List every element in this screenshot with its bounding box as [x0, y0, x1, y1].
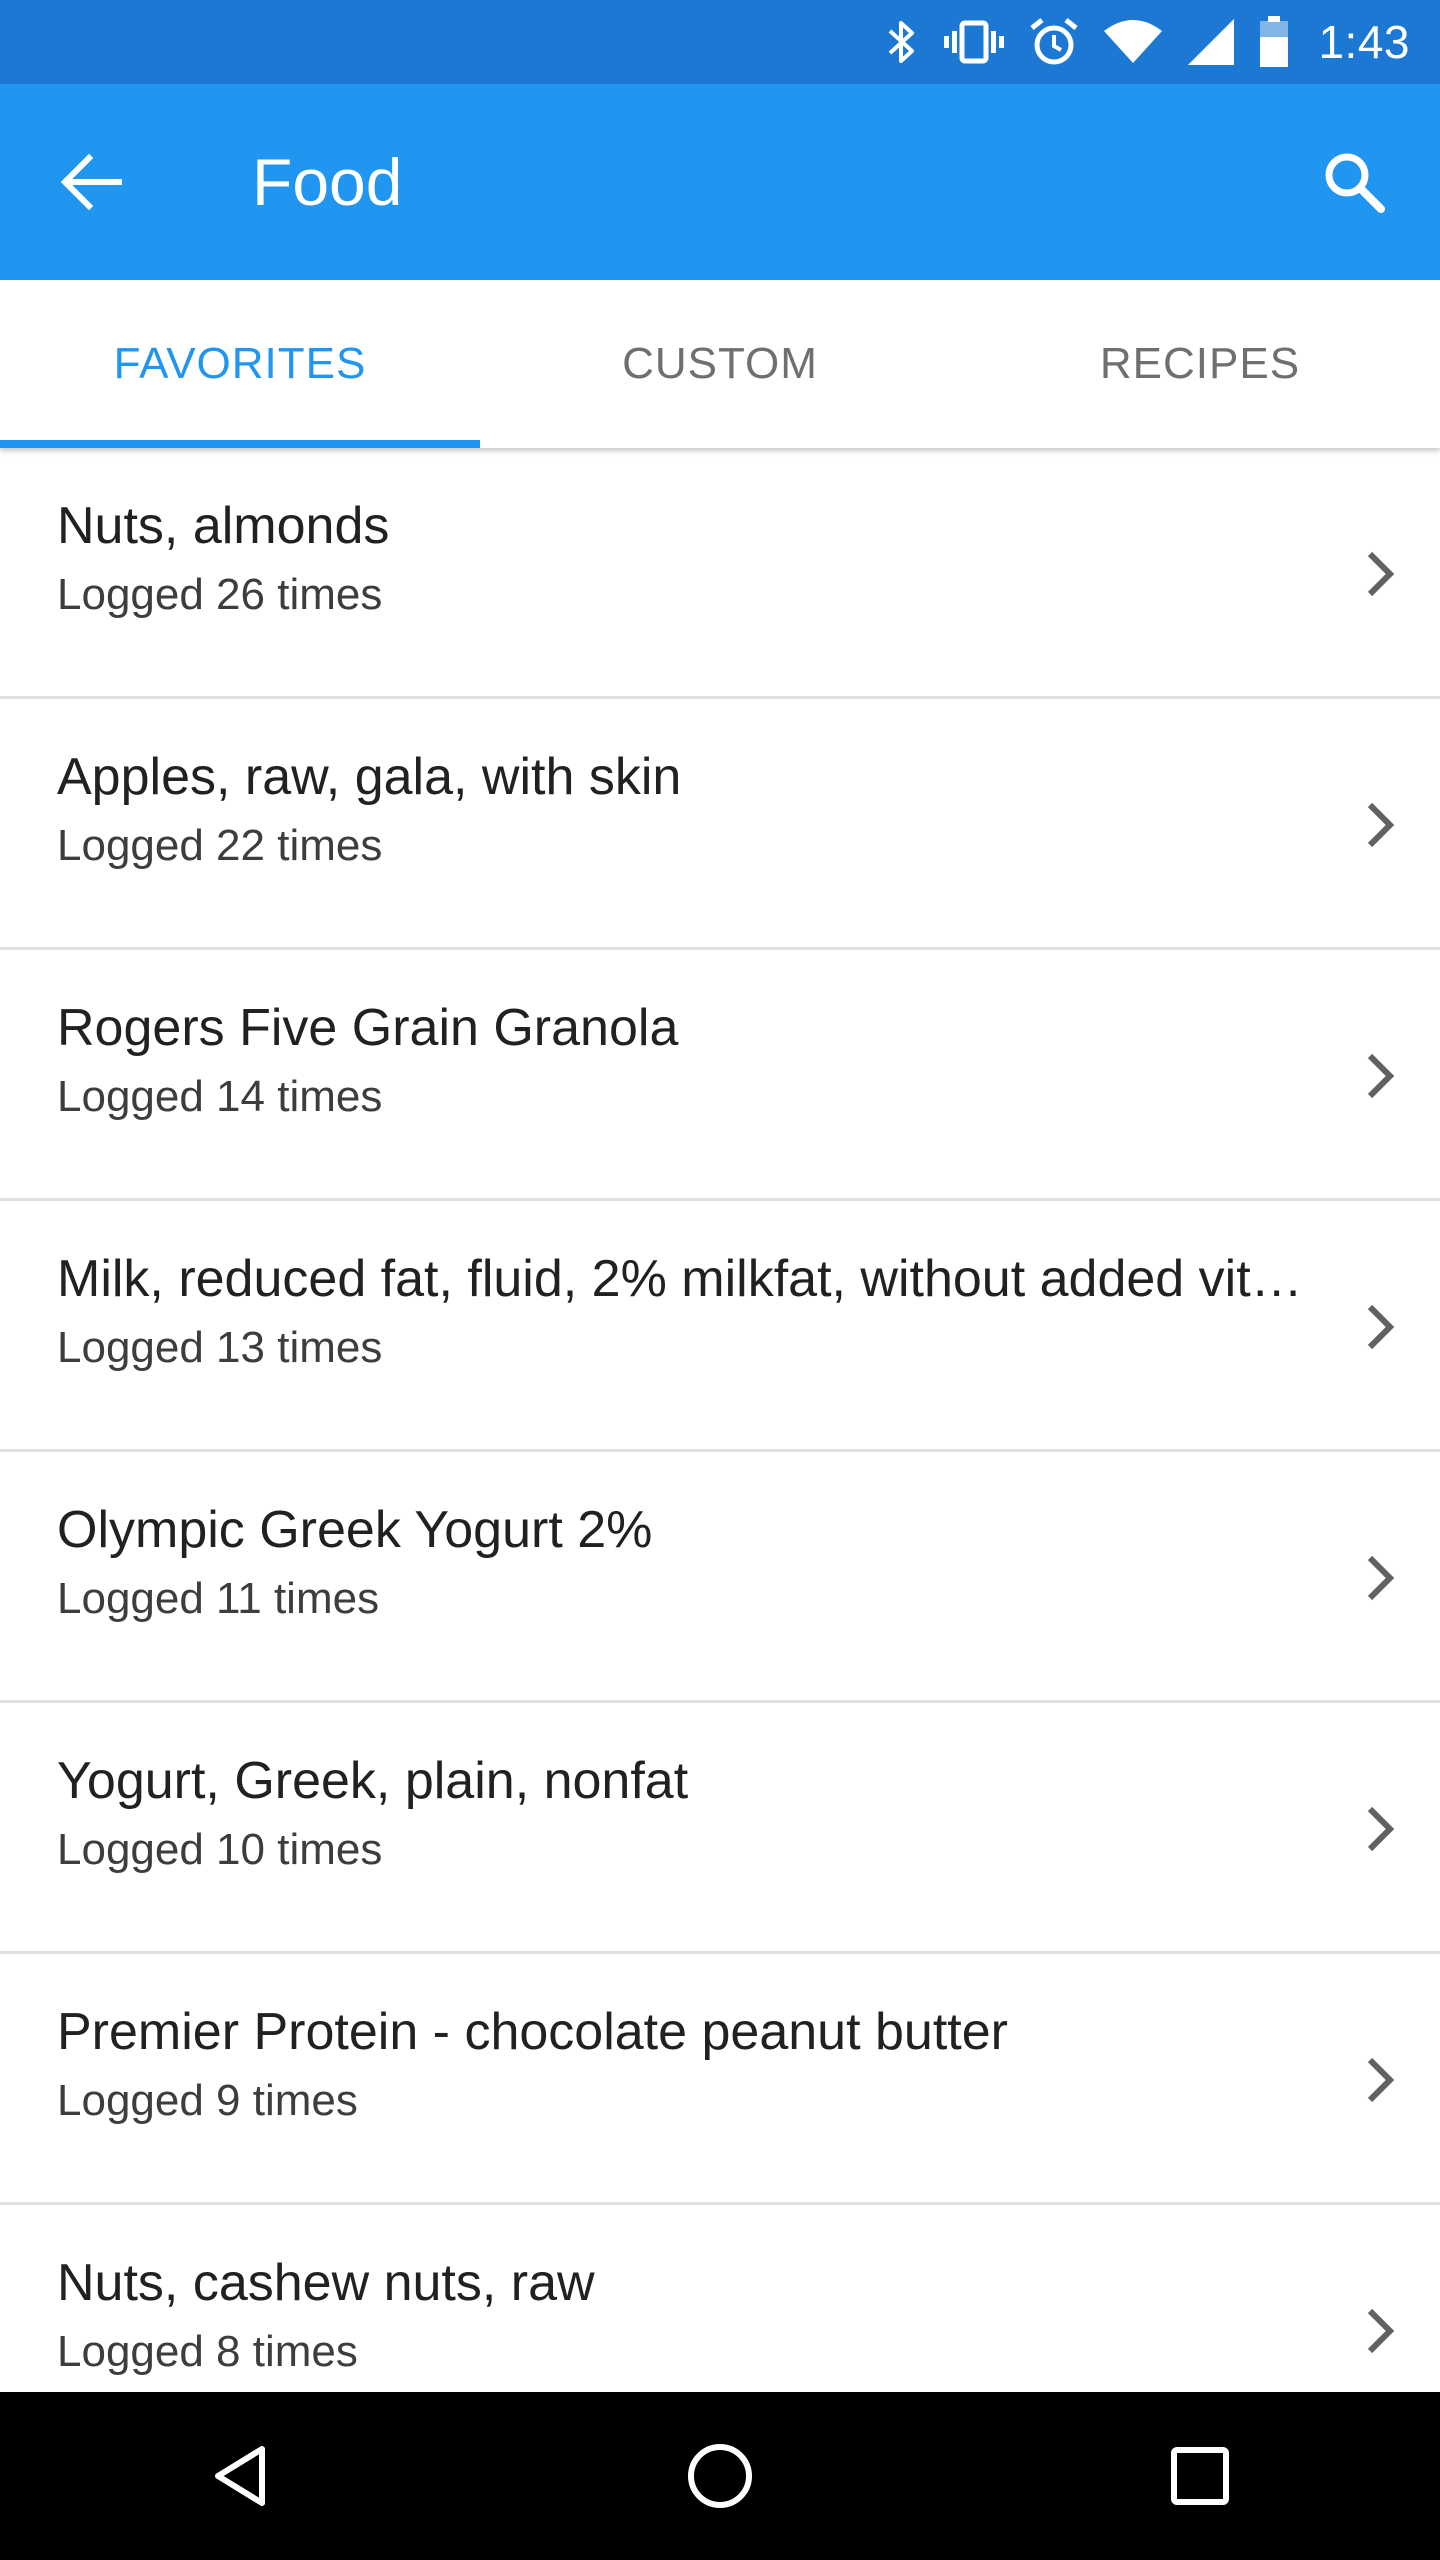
tab-bar: FAVORITES CUSTOM RECIPES [0, 280, 1440, 448]
recents-square-icon [1171, 2447, 1229, 2505]
search-icon [1325, 153, 1385, 213]
tab-favorites[interactable]: FAVORITES [0, 280, 480, 448]
status-bar: 1:43 [0, 0, 1440, 84]
item-name: Milk, reduced fat, fluid, 2% milkfat, wi… [57, 1250, 1317, 1308]
item-log-count: Logged 11 times [57, 1574, 380, 1623]
chevron-right-icon [1367, 551, 1395, 597]
item-log-count: Logged 13 times [57, 1323, 383, 1372]
item-log-count: Logged 22 times [57, 821, 383, 870]
nav-home-button[interactable] [650, 2406, 790, 2546]
food-list: Nuts, almonds Logged 26 times Apples, ra… [0, 448, 1440, 2392]
tab-recipes[interactable]: RECIPES [960, 280, 1440, 448]
system-nav-bar [0, 2392, 1440, 2560]
list-item[interactable]: Olympic Greek Yogurt 2% Logged 11 times [0, 1452, 1440, 1703]
list-item[interactable]: Nuts, cashew nuts, raw Logged 8 times [0, 2205, 1440, 2392]
arrow-back-icon [61, 154, 122, 210]
nav-back-button[interactable] [170, 2406, 310, 2546]
list-item[interactable]: Apples, raw, gala, with skin Logged 22 t… [0, 699, 1440, 950]
vibrate-icon [944, 20, 1005, 64]
bluetooth-icon [889, 21, 915, 63]
home-circle-icon [688, 2444, 752, 2508]
chevron-right-icon [1367, 1304, 1395, 1350]
tab-custom[interactable]: CUSTOM [480, 280, 960, 448]
item-name: Rogers Five Grain Granola [57, 999, 679, 1057]
chevron-right-icon [1367, 1053, 1395, 1099]
item-name: Premier Protein - chocolate peanut butte… [57, 2003, 1008, 2061]
search-button[interactable] [1312, 140, 1396, 224]
chevron-right-icon [1367, 802, 1395, 848]
list-item[interactable]: Yogurt, Greek, plain, nonfat Logged 10 t… [0, 1703, 1440, 1954]
item-log-count: Logged 10 times [57, 1825, 383, 1874]
back-triangle-icon [215, 2446, 265, 2506]
chevron-right-icon [1367, 1806, 1395, 1852]
chevron-right-icon [1367, 1555, 1395, 1601]
item-name: Apples, raw, gala, with skin [57, 748, 682, 806]
chevron-right-icon [1367, 2057, 1395, 2103]
item-name: Nuts, cashew nuts, raw [57, 2254, 595, 2312]
item-name: Yogurt, Greek, plain, nonfat [57, 1752, 689, 1810]
item-name: Olympic Greek Yogurt 2% [57, 1501, 653, 1559]
list-item[interactable]: Milk, reduced fat, fluid, 2% milkfat, wi… [0, 1201, 1440, 1452]
battery-icon [1260, 16, 1289, 67]
alarm-icon [1030, 18, 1079, 65]
item-name: Nuts, almonds [57, 497, 390, 555]
signal-icon [1188, 19, 1235, 65]
list-item[interactable]: Nuts, almonds Logged 26 times [0, 448, 1440, 699]
nav-recents-button[interactable] [1130, 2406, 1270, 2546]
item-log-count: Logged 26 times [57, 570, 383, 619]
list-item[interactable]: Rogers Five Grain Granola Logged 14 time… [0, 950, 1440, 1201]
list-item[interactable]: Premier Protein - chocolate peanut butte… [0, 1954, 1440, 2205]
app-bar: Food [0, 84, 1440, 280]
item-log-count: Logged 14 times [57, 1072, 383, 1121]
page-title: Food [252, 145, 403, 219]
item-log-count: Logged 8 times [57, 2327, 358, 2376]
chevron-right-icon [1367, 2308, 1395, 2354]
back-button[interactable] [52, 142, 132, 222]
wifi-icon [1104, 20, 1163, 63]
item-log-count: Logged 9 times [57, 2076, 358, 2125]
status-time: 1:43 [1318, 16, 1410, 68]
